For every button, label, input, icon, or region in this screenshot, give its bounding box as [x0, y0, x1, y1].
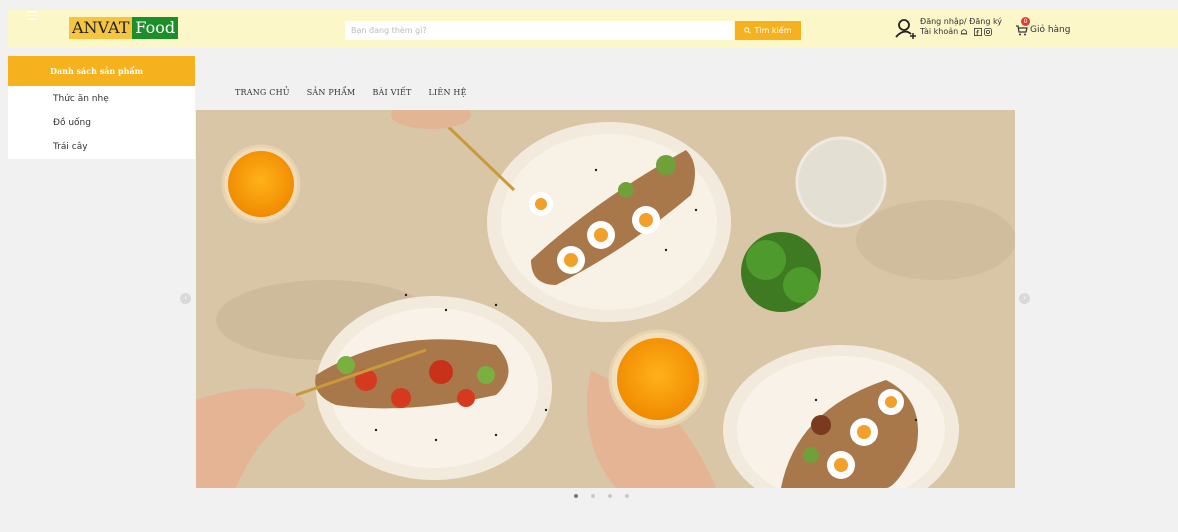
- sidebar-item-fruits[interactable]: Trái cây: [53, 142, 88, 152]
- search-button[interactable]: Tìm kiếm: [735, 21, 801, 40]
- sidebar-category-list: Thức ăn nhẹ Đồ uống Trái cây: [8, 86, 195, 159]
- sidebar-header[interactable]: Danh sách sản phẩm: [8, 56, 195, 86]
- nav-home[interactable]: TRANG CHỦ: [235, 88, 290, 97]
- facebook-icon[interactable]: [974, 28, 983, 36]
- account-area: Đăng nhập/ Đăng ký Tài khoản: [894, 17, 1002, 41]
- carousel-next-button[interactable]: ›: [1019, 293, 1030, 304]
- search-icon: [744, 27, 752, 34]
- main-nav: TRANG CHỦ SẢN PHẨM BÀI VIẾT LIÊN HỆ: [235, 88, 467, 97]
- carousel-dot[interactable]: [574, 494, 578, 498]
- menu-icon: [27, 11, 37, 20]
- logo-text-anvat: ANVAT: [69, 17, 133, 39]
- hero-banner-image[interactable]: [196, 110, 1015, 488]
- user-icon: [894, 17, 916, 41]
- header: ANVAT Food Tìm kiếm Đăng nhập/ Đăng ký T…: [8, 10, 1178, 48]
- nav-contact[interactable]: LIÊN HỆ: [429, 88, 467, 97]
- nav-articles[interactable]: BÀI VIẾT: [372, 88, 411, 97]
- cart-label: Giỏ hàng: [1030, 25, 1071, 35]
- carousel-prev-button[interactable]: ‹: [180, 293, 191, 304]
- login-register-link[interactable]: Đăng nhập/ Đăng ký: [920, 17, 1002, 27]
- chevron-right-icon: ›: [1023, 294, 1026, 302]
- cart-button[interactable]: 0 Giỏ hàng: [1016, 17, 1071, 37]
- search-input[interactable]: [345, 21, 734, 40]
- sidebar-item-drinks[interactable]: Đồ uống: [53, 118, 91, 128]
- search-button-label: Tìm kiếm: [754, 26, 792, 35]
- logo-text-food: Food: [132, 17, 179, 39]
- carousel-dot[interactable]: [591, 494, 595, 498]
- bell-icon[interactable]: [960, 28, 968, 36]
- logo[interactable]: ANVAT Food: [69, 17, 179, 39]
- carousel-dots: [574, 494, 629, 498]
- carousel-dot[interactable]: [608, 494, 612, 498]
- sidebar-title: Danh sách sản phẩm: [50, 66, 144, 76]
- nav-products[interactable]: SẢN PHẨM: [307, 88, 356, 97]
- cart-icon: 0: [1016, 17, 1030, 37]
- account-link[interactable]: Tài khoản: [920, 27, 958, 37]
- sidebar-item-snacks[interactable]: Thức ăn nhẹ: [53, 94, 109, 104]
- cart-count-badge: 0: [1021, 17, 1030, 26]
- carousel-dot[interactable]: [625, 494, 629, 498]
- chevron-left-icon: ‹: [184, 294, 187, 302]
- instagram-icon[interactable]: [984, 28, 993, 36]
